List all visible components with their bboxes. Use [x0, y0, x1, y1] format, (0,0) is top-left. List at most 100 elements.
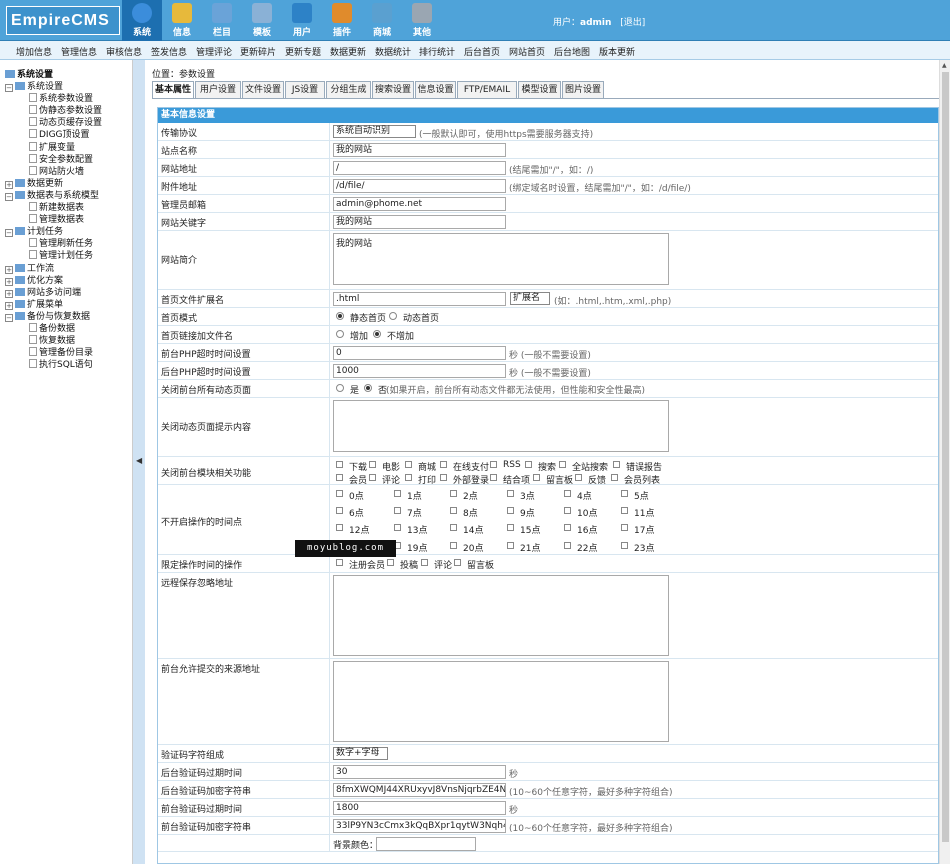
module-2-checkbox[interactable]	[405, 461, 412, 468]
hour-3-checkbox[interactable]	[507, 490, 514, 497]
tab-1[interactable]: 用户设置	[195, 81, 241, 98]
scrollbar-thumb[interactable]	[942, 72, 949, 842]
protocol-select[interactable]: 系统自动识别	[333, 125, 416, 138]
tab-8[interactable]: 模型设置	[518, 81, 561, 98]
hour-16-checkbox[interactable]	[564, 524, 571, 532]
remotesave-textarea[interactable]	[333, 575, 669, 656]
sidebar-item[interactable]: 扩展变量	[29, 140, 75, 153]
hour-21-checkbox[interactable]	[507, 541, 514, 549]
keywords-input[interactable]: 我的网站	[333, 215, 506, 229]
hour-15-checkbox[interactable]	[507, 524, 514, 532]
hour-23-checkbox[interactable]	[621, 541, 628, 549]
tab-2[interactable]: 文件设置	[242, 81, 284, 98]
back-captcha-time-input[interactable]: 30	[333, 765, 506, 779]
limitop-0-checkbox[interactable]	[336, 559, 343, 566]
tab-4[interactable]: 分组生成	[326, 81, 371, 98]
module-1-checkbox[interactable]	[369, 461, 376, 468]
sidebar-item[interactable]: 管理数据表	[29, 212, 84, 225]
limitop-2-checkbox[interactable]	[421, 559, 428, 566]
phptime-front-input[interactable]: 0	[333, 346, 506, 360]
closedyn-no-radio[interactable]	[364, 384, 372, 392]
subnav-link[interactable]: 数据更新	[330, 45, 366, 58]
hour-22-checkbox[interactable]	[564, 541, 571, 549]
module2-3-checkbox[interactable]	[440, 474, 447, 481]
link-noadd-radio[interactable]	[373, 330, 381, 338]
email-input[interactable]: admin@phome.net	[333, 197, 506, 211]
hour-1-checkbox[interactable]	[394, 490, 401, 497]
subnav-link[interactable]: 签发信息	[151, 45, 187, 58]
subnav-link[interactable]: 管理评论	[196, 45, 232, 58]
sidebar-item[interactable]: 安全参数配置	[29, 152, 93, 165]
intro-textarea[interactable]: 我的网站	[333, 233, 669, 285]
hour-13-checkbox[interactable]	[394, 524, 401, 532]
hour-6-checkbox[interactable]	[336, 507, 343, 515]
hour-20-checkbox[interactable]	[450, 541, 457, 549]
hour-4-checkbox[interactable]	[564, 490, 571, 497]
hour-17-checkbox[interactable]	[621, 524, 628, 532]
expand-toggle-icon[interactable]: −	[5, 84, 13, 92]
sidebar-item[interactable]: − 系统设置	[5, 79, 63, 92]
sidebar-item[interactable]: 管理备份目录	[29, 345, 93, 358]
hour-7-checkbox[interactable]	[394, 507, 401, 515]
hour-5-checkbox[interactable]	[621, 490, 628, 497]
tab-6[interactable]: 信息设置	[415, 81, 456, 98]
tab-3[interactable]: JS设置	[285, 81, 325, 98]
hour-12-checkbox[interactable]	[336, 524, 343, 532]
sidebar-item[interactable]: − 备份与恢复数据	[5, 309, 90, 322]
tab-9[interactable]: 图片设置	[562, 81, 604, 98]
logout-link[interactable]: [退出]	[620, 18, 645, 28]
subnav-link[interactable]: 后台地图	[554, 45, 590, 58]
module2-0-checkbox[interactable]	[336, 474, 343, 481]
module2-4-checkbox[interactable]	[490, 474, 497, 481]
subnav-link[interactable]: 网站首页	[509, 45, 545, 58]
subnav-link[interactable]: 更新碎片	[240, 45, 276, 58]
tab-7[interactable]: FTP/EMAIL	[457, 81, 517, 98]
indexext-input[interactable]: .html	[333, 292, 506, 306]
subnav-link[interactable]: 管理信息	[61, 45, 97, 58]
limitop-1-checkbox[interactable]	[387, 559, 394, 566]
module2-5-checkbox[interactable]	[533, 474, 540, 481]
tab-0[interactable]: 基本属性	[152, 81, 194, 99]
back-captcha-key-input[interactable]: 8fmXWQMJ44XRUxyvJ8VnsNjqrbZE4NJdL7ZD	[333, 783, 506, 797]
nav-globe[interactable]: 系统	[122, 0, 162, 41]
sidebar-item[interactable]: + 优化方案	[5, 273, 63, 286]
sidebar-item[interactable]: DIGG顶设置	[29, 127, 90, 140]
module-3-checkbox[interactable]	[440, 461, 447, 468]
captcha-select[interactable]: 数字+字母	[333, 747, 388, 760]
module-4-checkbox[interactable]	[490, 461, 497, 468]
allowsource-textarea[interactable]	[333, 661, 669, 742]
hour-14-checkbox[interactable]	[450, 524, 457, 532]
sidebar-splitter[interactable]: ◀	[133, 60, 145, 864]
hour-11-checkbox[interactable]	[621, 507, 628, 515]
link-add-radio[interactable]	[336, 330, 344, 338]
module-6-checkbox[interactable]	[559, 461, 566, 468]
nav-shop[interactable]: 商城	[362, 0, 402, 41]
siteurl-input[interactable]: /	[333, 161, 506, 175]
sidebar-item[interactable]: + 扩展菜单	[5, 297, 63, 310]
front-captcha-time-input[interactable]: 1800	[333, 801, 506, 815]
sidebar-item[interactable]: + 网站多访问端	[5, 285, 81, 298]
sidebar-item[interactable]: 动态页缓存设置	[29, 115, 102, 128]
sidebar-item[interactable]: 恢复数据	[29, 333, 75, 346]
static-index-radio[interactable]	[336, 312, 344, 320]
subnav-link[interactable]: 排行统计	[419, 45, 455, 58]
module-0-checkbox[interactable]	[336, 461, 343, 468]
subnav-link[interactable]: 版本更新	[599, 45, 635, 58]
module2-6-checkbox[interactable]	[575, 474, 582, 481]
hour-2-checkbox[interactable]	[450, 490, 457, 497]
expand-toggle-icon[interactable]: −	[5, 229, 13, 238]
sidebar-item[interactable]: 执行SQL语句	[29, 357, 93, 370]
sidebar-item[interactable]: 新建数据表	[29, 200, 84, 213]
front-captcha-key-input[interactable]: 33lP9YN3cCmx3kQqBXpr1qytW3Nqh4	[333, 819, 506, 833]
bgcolor-input[interactable]	[376, 837, 476, 851]
module2-2-checkbox[interactable]	[405, 474, 412, 481]
ext-select[interactable]: 扩展名	[510, 292, 550, 305]
subnav-link[interactable]: 审核信息	[106, 45, 142, 58]
nav-template[interactable]: 模板	[242, 0, 282, 41]
closetip-textarea[interactable]	[333, 400, 669, 452]
hour-10-checkbox[interactable]	[564, 507, 571, 515]
sidebar-item[interactable]: 管理刷新任务	[29, 236, 93, 249]
subnav-link[interactable]: 后台首页	[464, 45, 500, 58]
page-scrollbar[interactable]: ▲	[939, 60, 950, 864]
nav-gear[interactable]: 其他	[402, 0, 442, 41]
